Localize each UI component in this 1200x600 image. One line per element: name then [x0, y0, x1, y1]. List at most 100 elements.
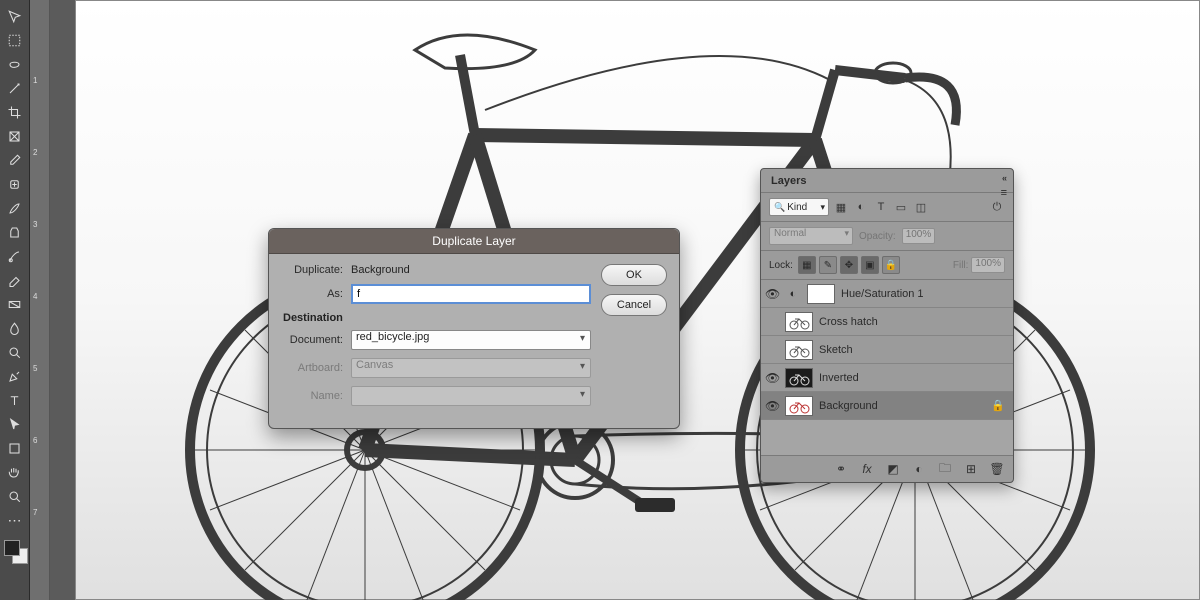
filter-toggle-icon[interactable]: ⏻	[989, 199, 1005, 215]
healing-tool[interactable]	[3, 173, 27, 195]
lock-artboard-icon[interactable]: ▣	[861, 256, 879, 274]
name-input	[351, 386, 591, 406]
opacity-label: Opacity:	[859, 231, 896, 242]
layers-panel: Layers « ≡ Kind ▦ ◐ T ▭ ◫ ⏻ Normal Opaci…	[760, 168, 1014, 483]
ruler-mark: 1	[33, 76, 37, 85]
dialog-title: Duplicate Layer	[269, 229, 679, 254]
link-layers-icon[interactable]: ⚭	[833, 461, 849, 477]
layer-filter-row: Kind ▦ ◐ T ▭ ◫ ⏻	[761, 193, 1013, 222]
foreground-swatch[interactable]	[4, 540, 20, 556]
history-brush-tool[interactable]	[3, 245, 27, 267]
layer-name[interactable]: Inverted	[819, 372, 1009, 384]
fill-value[interactable]: 100%	[971, 257, 1005, 273]
layer-row[interactable]: Sketch	[761, 336, 1013, 364]
document-select[interactable]: red_bicycle.jpg	[351, 330, 591, 350]
layer-thumb[interactable]	[785, 340, 813, 360]
layers-tab-label: Layers	[771, 175, 806, 187]
name-label: Name:	[281, 390, 343, 402]
lock-paint-icon[interactable]: ✎	[819, 256, 837, 274]
adjustment-layer-icon[interactable]: ◐	[911, 461, 927, 477]
move-tool[interactable]	[3, 5, 27, 27]
lock-transparency-icon[interactable]: ▦	[798, 256, 816, 274]
layer-lock-icon[interactable]: 🔒	[991, 399, 1005, 412]
magic-wand-tool[interactable]	[3, 77, 27, 99]
adjustment-icon: ◐	[785, 286, 801, 302]
visibility-icon[interactable]: 👁	[765, 287, 779, 301]
layer-thumb[interactable]	[807, 284, 835, 304]
visibility-icon[interactable]: 👁	[765, 399, 779, 413]
path-select-tool[interactable]	[3, 413, 27, 435]
duplicate-value: Background	[351, 264, 410, 276]
eyedropper-tool[interactable]	[3, 149, 27, 171]
hand-tool[interactable]	[3, 461, 27, 483]
ruler-mark: 6	[33, 436, 37, 445]
lasso-tool[interactable]	[3, 53, 27, 75]
group-icon[interactable]: 🗀	[937, 461, 953, 477]
eraser-tool[interactable]	[3, 269, 27, 291]
ruler-mark: 7	[33, 508, 37, 517]
tools-toolbar: ⋯	[0, 0, 30, 600]
mask-icon[interactable]: ◩	[885, 461, 901, 477]
duplicate-label: Duplicate:	[281, 264, 343, 276]
layers-tab[interactable]: Layers « ≡	[761, 169, 1013, 193]
ruler-mark: 5	[33, 364, 37, 373]
layer-row[interactable]: 👁 ◐ Hue/Saturation 1	[761, 280, 1013, 308]
shape-tool[interactable]	[3, 437, 27, 459]
fill-label: Fill:	[953, 260, 969, 271]
filter-kind-select[interactable]: Kind	[769, 198, 829, 216]
as-label: As:	[281, 288, 343, 300]
opacity-value[interactable]: 100%	[902, 228, 936, 244]
blur-tool[interactable]	[3, 317, 27, 339]
layer-row[interactable]: 👁 Inverted	[761, 364, 1013, 392]
edit-toolbar[interactable]: ⋯	[3, 509, 27, 531]
filter-smart-icon[interactable]: ◫	[913, 199, 929, 215]
layer-name[interactable]: Sketch	[819, 344, 1009, 356]
artboard-select: Canvas	[351, 358, 591, 378]
cancel-button[interactable]: Cancel	[601, 294, 667, 316]
zoom-tool[interactable]	[3, 485, 27, 507]
crop-tool[interactable]	[3, 101, 27, 123]
ruler-mark: 4	[33, 292, 37, 301]
visibility-icon[interactable]: 👁	[765, 371, 779, 385]
layer-row[interactable]: 👁 Background 🔒	[761, 392, 1013, 420]
layer-name[interactable]: Background	[819, 400, 985, 412]
layer-thumb[interactable]	[785, 396, 813, 416]
ruler-mark: 2	[33, 148, 37, 157]
layers-footer: ⚭ fx ◩ ◐ 🗀 ⊞ 🗑	[761, 456, 1013, 482]
pen-tool[interactable]	[3, 365, 27, 387]
panel-menu-icon[interactable]: ≡	[1001, 187, 1007, 199]
vertical-ruler: 1 2 3 4 5 6 7	[30, 0, 50, 600]
lock-all-icon[interactable]: 🔒	[882, 256, 900, 274]
filter-shape-icon[interactable]: ▭	[893, 199, 909, 215]
layer-name[interactable]: Hue/Saturation 1	[841, 288, 1009, 300]
filter-type-icon[interactable]: T	[873, 199, 889, 215]
layers-empty-area	[761, 420, 1013, 456]
as-input[interactable]	[351, 284, 591, 304]
frame-tool[interactable]	[3, 125, 27, 147]
duplicate-layer-dialog: Duplicate Layer OK Cancel Duplicate: Bac…	[268, 228, 680, 429]
artboard-label: Artboard:	[281, 362, 343, 374]
brush-tool[interactable]	[3, 197, 27, 219]
filter-pixel-icon[interactable]: ▦	[833, 199, 849, 215]
layer-thumb[interactable]	[785, 312, 813, 332]
filter-adjust-icon[interactable]: ◐	[853, 199, 869, 215]
gradient-tool[interactable]	[3, 293, 27, 315]
layer-row[interactable]: Cross hatch	[761, 308, 1013, 336]
ruler-mark: 3	[33, 220, 37, 229]
type-tool[interactable]	[3, 389, 27, 411]
panel-collapse-icon[interactable]: «	[1002, 173, 1007, 183]
layer-thumb[interactable]	[785, 368, 813, 388]
trash-icon[interactable]: 🗑	[989, 461, 1005, 477]
dodge-tool[interactable]	[3, 341, 27, 363]
layers-list: 👁 ◐ Hue/Saturation 1 Cross hatch Sketch …	[761, 280, 1013, 420]
clone-tool[interactable]	[3, 221, 27, 243]
ok-button[interactable]: OK	[601, 264, 667, 286]
marquee-tool[interactable]	[3, 29, 27, 51]
new-layer-icon[interactable]: ⊞	[963, 461, 979, 477]
blend-mode-select[interactable]: Normal	[769, 227, 853, 245]
color-swatches[interactable]	[2, 538, 28, 564]
layer-name[interactable]: Cross hatch	[819, 316, 1009, 328]
lock-position-icon[interactable]: ✥	[840, 256, 858, 274]
fx-icon[interactable]: fx	[859, 461, 875, 477]
document-label: Document:	[281, 334, 343, 346]
